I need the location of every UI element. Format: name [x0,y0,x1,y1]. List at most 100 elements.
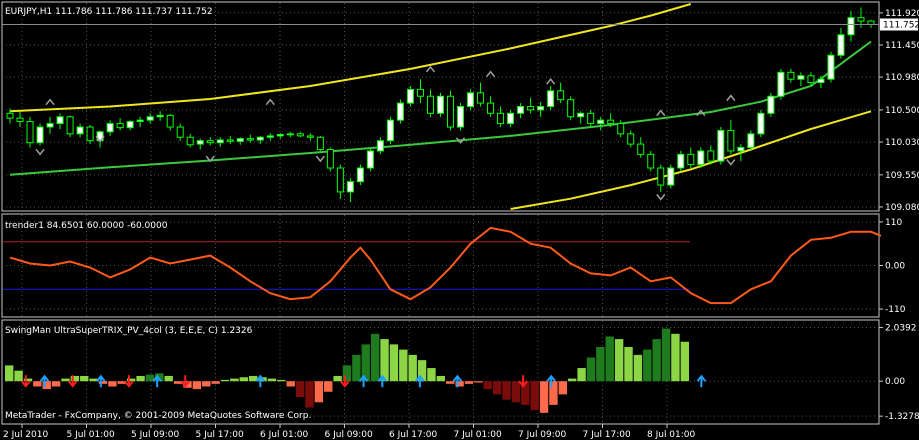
candle-body [497,112,505,125]
trender-pane[interactable]: trender1 84.6501 60.0000 -60.0000 [1,213,882,318]
trix-histogram-bar [239,377,248,382]
candle-body [837,34,845,56]
trix-histogram-bar [614,339,624,382]
candle-body [316,136,324,151]
trix-histogram-bar [333,375,342,382]
candle-body [136,119,144,123]
candle-body [617,123,625,135]
trix-pane[interactable]: SwingMan UltraSuperTRIX_PV_4col (3, E,E,… [1,319,880,425]
candle-body [296,133,304,137]
trix-histogram-bar [380,339,389,382]
main-price-axis[interactable]: 111.920 111.450 110.980 110.500 110.030 109.5… [879,9,919,213]
price-tick-label: 110.980 [885,73,919,83]
trix-grid [2,321,879,423]
candle-body [487,102,495,114]
candle-body [226,139,234,142]
candle-body [36,126,44,144]
time-tick-label: 7 Jul 17:00 [583,430,632,440]
trix-value-axis[interactable]: 2.0392 0.00 -1.3278 [879,324,919,423]
trix-histogram-bar [586,357,596,382]
candle-body [737,147,745,152]
candle-body [406,88,414,104]
trix-histogram-bar [530,381,539,411]
candle-body [156,114,164,118]
candle-body [587,112,595,125]
candle-body [166,114,174,128]
candle-body [196,140,204,145]
fractal-up-marker [726,94,736,102]
candle-body [416,88,424,97]
trix-histogram-bar [220,379,230,382]
time-tick-label: 6 Jul 17:00 [389,430,438,440]
metatrader-chart-window[interactable]: EURJPY,H1 111.786 111.786 111.737 111.75… [0,0,919,440]
candle-body [507,112,515,125]
time-tick-label: 6 Jul 01:00 [260,430,309,440]
main-fractals [35,65,736,201]
fractal-up-marker [485,70,496,78]
trix-histogram-bar [671,333,680,382]
price-tick-label: 110.500 [885,106,919,116]
copyright-watermark: MetaTrader - FxCompany, © 2001-2009 Meta… [5,411,311,421]
candle-body [687,153,695,166]
fractal-down-marker [656,193,666,201]
main-pane[interactable]: EURJPY,H1 111.786 111.786 111.737 111.75… [1,1,880,212]
candle-body [236,138,244,142]
trix-histogram-bar [33,381,42,387]
candle-body [657,167,665,186]
candle-body [677,153,685,169]
trix-histogram-bar [502,381,511,400]
candle-body [707,150,715,162]
trix-histogram-bar [661,328,671,382]
trix-histogram-bar [80,375,89,382]
trix-histogram-bar [446,381,455,384]
candle-body [366,150,374,169]
candle-body [787,71,795,80]
trix-histogram-bar [427,368,436,382]
time-tick-label: 2 Jul 2010 [3,430,48,440]
trix-histogram-bar [483,381,492,390]
candle-body [457,106,465,128]
trix-histogram-bar [51,381,61,387]
trix-label: SwingMan UltraSuperTRIX_PV_4col (3, E,E,… [5,326,253,336]
candle-body [637,143,645,155]
trix-histogram-bar [305,381,314,408]
candle-body [346,181,354,193]
trix-histogram-bar [399,349,408,382]
fractal-up-marker [265,98,275,106]
trix-histogram-bar [492,381,502,395]
candle-body [176,126,184,138]
price-tick-label: 109.080 [885,203,919,213]
candle-body [697,150,705,166]
time-axis[interactable]: 2 Jul 2010 5 Jul 01:00 5 Jul 09:00 5 Jul 17… [3,424,696,440]
trender-tick-label: -110 [885,305,906,315]
candle-body [577,112,585,118]
candle-body [396,102,404,121]
candle-body [797,75,805,80]
candle-body [16,117,24,123]
trix-histogram-bar [389,344,399,382]
price-tick-label: 111.920 [885,9,919,19]
candle-body [667,167,675,186]
fractal-up-marker [45,98,55,106]
time-tick-label: 7 Jul 09:00 [518,430,567,440]
trender-tick-label: 0.00 [885,262,905,272]
candle-body [146,116,154,121]
candle-body [727,129,735,152]
trix-histogram-bar [295,381,305,397]
candle-body [627,133,635,145]
trix-histogram-bar [633,354,643,382]
trix-histogram-bar [408,354,417,382]
time-tick-label: 8 Jul 01:00 [647,430,696,440]
price-tick-label: 109.550 [885,171,919,181]
trix-histogram-bar [14,370,23,382]
candle-body [276,134,284,137]
candle-body [216,139,224,144]
candle-body [6,112,14,119]
trix-histogram-bar [314,381,324,403]
trix-histogram-bar [164,375,173,382]
trender-value-axis[interactable]: 110 0.00 -110 [879,218,906,315]
candle-body [246,138,254,141]
trix-histogram-bar [464,381,474,384]
trix-histogram-bar [568,378,577,382]
trix-histogram-bar [277,379,286,382]
